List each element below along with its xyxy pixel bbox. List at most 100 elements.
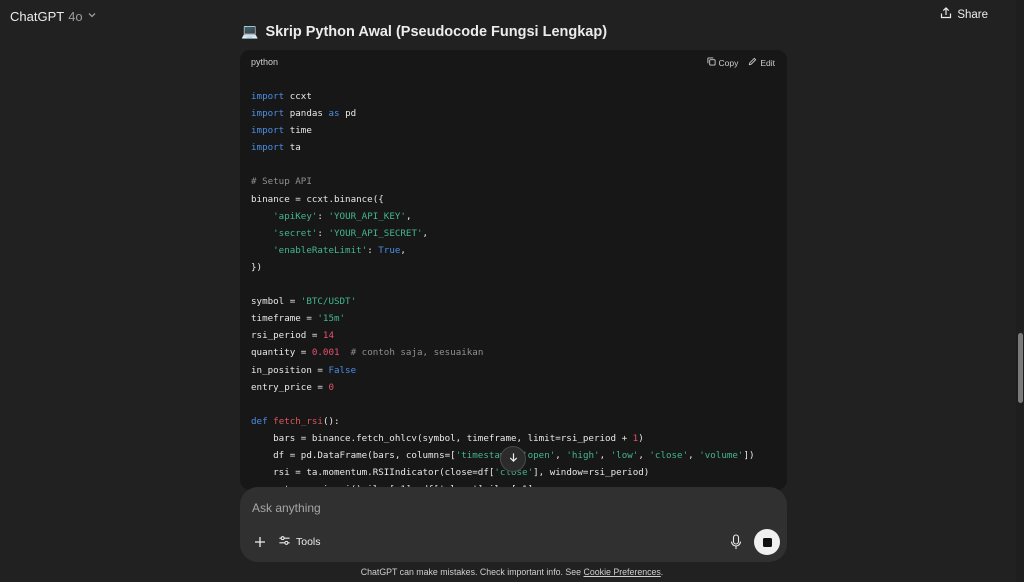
code-line: import pandas as pd [251,105,755,122]
code-token: , [422,227,429,239]
code-token: 'apiKey' [273,210,318,222]
code-line: rsi_period = 14 [251,327,755,344]
code-token: : [317,210,329,222]
arrow-down-icon [508,450,519,468]
cookie-preferences-link[interactable]: Cookie Preferences [584,567,661,577]
edit-code-button[interactable]: Edit [748,57,775,68]
chevron-down-icon [87,7,97,25]
code-token: 'timestam [455,449,506,461]
code-token: import [251,142,285,154]
code-token: import [251,125,285,137]
code-token: '15m' [317,313,346,325]
attach-button[interactable] [252,534,268,550]
laptop-icon: 💻 [241,23,259,39]
copy-label: Copy [718,57,739,68]
code-block: python Copy Edit import ccxt import panda… [240,50,787,490]
scroll-to-bottom-button[interactable] [500,446,526,472]
share-icon [940,7,952,22]
copy-icon [706,57,716,68]
code-token: binance = ccxt.binance({ [251,193,384,205]
disclaimer-trailing: . [660,567,664,577]
code-token: pd [339,108,357,120]
pencil-icon [748,57,757,68]
code-token: , [599,449,611,461]
code-token: df = pd.DataFrame(bars, columns=[ [251,449,456,461]
copy-code-button[interactable]: Copy [706,57,739,68]
tools-label: Tools [296,536,321,548]
scrollbar-thumb[interactable] [1018,333,1023,403]
code-token: 0.001 [311,347,340,359]
code-line: 'apiKey': 'YOUR_API_KEY', [251,208,755,225]
share-button[interactable]: Share [940,7,988,22]
code-token: ta [284,142,301,154]
prompt-input[interactable] [252,499,712,517]
section-heading: 💻 Skrip Python Awal (Pseudocode Fungsi L… [241,23,607,40]
code-token: symbol = [251,296,301,308]
share-label: Share [957,8,988,21]
message-composer: Tools [240,487,787,562]
code-token: 14 [322,330,334,342]
disclaimer-text: ChatGPT can make mistakes. Check importa… [360,567,584,577]
stop-generating-button[interactable] [754,529,780,555]
code-token: : [367,244,379,256]
code-token: import [251,91,285,102]
code-token: as [328,108,340,120]
plus-icon [252,537,268,554]
code-token: in_position = [251,364,329,376]
code-line: import time [251,122,755,139]
code-token: , [555,449,567,461]
code-token: timeframe = [251,313,318,325]
code-line: bars = binance.fetch_ohlcv(symbol, timef… [251,430,755,447]
code-line: timeframe = '15m' [251,310,755,327]
code-token: # contoh saja, sesuaikan [350,347,484,359]
code-token: , [638,449,650,461]
code-token: (): [322,415,340,427]
page-scrollbar[interactable] [1016,0,1024,582]
stop-icon [762,537,772,547]
code-token: # Setup API [251,176,312,188]
disclaimer: ChatGPT can make mistakes. Check importa… [0,567,1024,577]
code-line: 'secret': 'YOUR_API_SECRET', [251,225,755,242]
code-token: rsi_period = [251,330,323,342]
code-token: ) [638,432,644,444]
code-token: def [251,415,268,427]
code-token: 'low' [610,449,639,461]
code-token: 'open' [522,449,556,461]
code-line: import ta [251,139,755,156]
code-line: # Setup API [251,173,755,190]
edit-label: Edit [760,57,775,68]
tools-button[interactable]: Tools [278,534,321,550]
code-line: in_position = False [251,362,755,379]
code-line: def fetch_rsi(): [251,413,755,430]
code-line: quantity = 0.001 # contoh saja, sesuaika… [251,344,755,361]
code-token: , [405,210,412,222]
code-block-header: python Copy Edit [240,50,787,76]
code-token: , [400,244,406,256]
sliders-icon [278,534,291,550]
model-version: 4o [68,8,83,24]
code-line: 'enableRateLimit': True, [251,242,755,259]
code-token: pandas [284,108,329,120]
model-name: ChatGPT [10,8,65,24]
code-token: entry_price = [251,381,329,393]
code-token: 'YOUR_API_SECRET' [328,227,423,239]
code-token: rsi = ta.momentum.RSIIndicator(close=df[ [251,467,495,479]
dictate-button[interactable] [728,533,744,551]
code-token: 'YOUR_API_KEY' [328,210,406,222]
code-token: bars = binance.fetch_ohlcv(symbol, timef… [251,432,633,444]
heading-text: Skrip Python Awal (Pseudocode Fungsi Len… [265,23,608,40]
code-token: }) [251,261,263,273]
code-token: ccxt [284,91,312,102]
code-line: }) [251,259,755,276]
code-token: time [284,125,312,137]
model-selector[interactable]: ChatGPT 4o [10,7,97,25]
code-token: , [688,449,700,461]
code-token: fetch_rsi [273,415,323,427]
